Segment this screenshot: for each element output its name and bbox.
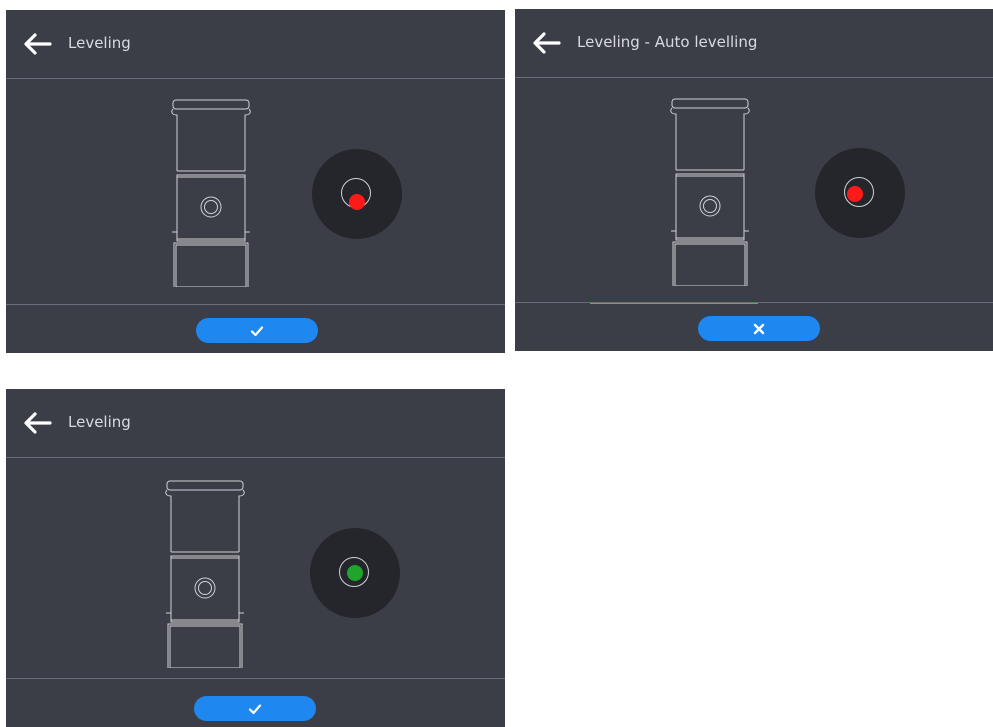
balance-outline-icon [171, 99, 251, 287]
leveling-screen-3: Leveling [6, 389, 505, 727]
confirm-button[interactable] [194, 696, 316, 721]
header-bar: Leveling - Auto levelling [515, 9, 993, 77]
level-indicator [815, 148, 905, 238]
arrow-left-icon[interactable] [22, 411, 52, 435]
checkmark-icon [250, 325, 264, 336]
header-bar: Leveling [6, 389, 505, 457]
level-bubble [347, 565, 363, 581]
level-bubble [847, 186, 863, 202]
level-indicator [312, 149, 402, 239]
confirm-button[interactable] [196, 318, 318, 343]
footer-divider [6, 678, 505, 679]
checkmark-icon [248, 703, 262, 714]
balance-outline-icon [165, 480, 245, 668]
page-title: Leveling - Auto levelling [577, 33, 758, 51]
arrow-left-icon[interactable] [22, 32, 52, 56]
balance-outline-icon [670, 98, 750, 286]
page-title: Leveling [68, 413, 131, 431]
close-icon [753, 323, 765, 334]
content-area [6, 458, 505, 679]
header-bar: Leveling [6, 10, 505, 78]
level-bubble [349, 194, 365, 210]
leveling-screen-2: Leveling - Auto levelling [515, 9, 993, 351]
arrow-left-icon[interactable] [531, 31, 561, 55]
footer-divider [515, 302, 993, 303]
level-indicator [310, 528, 400, 618]
footer-divider [6, 304, 505, 305]
cancel-button[interactable] [698, 316, 820, 341]
leveling-screen-1: Leveling [6, 10, 505, 353]
content-area [515, 78, 993, 303]
content-area [6, 79, 505, 305]
page-title: Leveling [68, 34, 131, 52]
